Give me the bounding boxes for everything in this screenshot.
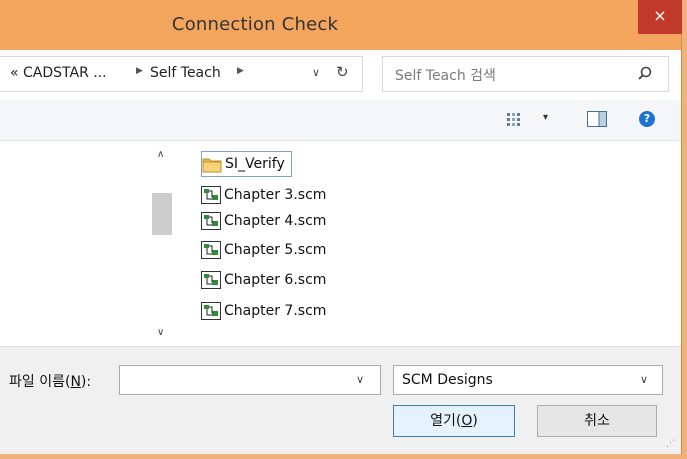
navigation-row: « CADSTAR ... ▶ Self Teach ▶ ∨ ↻ Self Te… — [0, 50, 681, 100]
search-icon[interactable] — [635, 64, 655, 84]
scm-file-icon — [201, 302, 221, 320]
list-item[interactable]: Chapter 3.scm — [201, 182, 326, 208]
file-name: SI_Verify — [225, 156, 285, 172]
resize-grip-icon[interactable]: ⋰ — [666, 439, 675, 449]
close-button[interactable]: × — [638, 0, 682, 34]
dialog-footer: 파일 이름(N): ∨ SCM Designs ∨ 열기(O) 취소 ⋰ — [0, 346, 681, 454]
navigation-pane-scrollbar[interactable]: ∧ ∨ — [150, 141, 174, 346]
window-title: Connection Check — [171, 14, 339, 35]
command-toolbar: ▾ ? — [0, 100, 681, 141]
scm-file-icon — [201, 212, 221, 230]
navigation-pane — [0, 141, 150, 346]
breadcrumb-separator-icon[interactable]: ▶ — [237, 66, 244, 76]
address-history-dropdown-icon[interactable]: ∨ — [312, 66, 320, 79]
chevron-down-icon[interactable]: ∨ — [640, 373, 648, 386]
file-name-dropdown-icon[interactable]: ∨ — [356, 373, 364, 386]
view-options-dropdown-icon[interactable]: ▾ — [543, 112, 548, 123]
file-name: Chapter 3.scm — [224, 187, 327, 203]
cancel-button[interactable]: 취소 — [537, 405, 657, 437]
breadcrumb-cadstar[interactable]: « CADSTAR ... — [10, 65, 107, 81]
scrollbar-thumb[interactable] — [152, 193, 172, 235]
file-name: Chapter 4.scm — [224, 213, 327, 229]
refresh-icon[interactable]: ↻ — [336, 63, 349, 81]
search-placeholder: Self Teach 검색 — [395, 68, 496, 84]
file-open-dialog: Connection Check × « CADSTAR ... ▶ Self … — [0, 0, 682, 454]
breadcrumb-self-teach[interactable]: Self Teach — [150, 65, 221, 81]
file-name: Chapter 6.scm — [224, 272, 327, 288]
list-item-si-verify[interactable]: SI_Verify — [201, 151, 292, 177]
change-view-icon[interactable] — [507, 112, 523, 126]
file-type-select[interactable]: SCM Designs ∨ — [393, 365, 663, 395]
scm-file-icon — [201, 186, 221, 204]
scm-file-icon — [201, 241, 221, 259]
file-name: Chapter 5.scm — [224, 242, 327, 258]
preview-pane-icon[interactable] — [587, 111, 607, 127]
title-bar: Connection Check × — [0, 0, 682, 50]
scroll-down-icon[interactable]: ∨ — [157, 327, 164, 338]
list-item[interactable]: Chapter 7.scm — [201, 298, 326, 324]
help-icon[interactable]: ? — [639, 111, 655, 127]
folder-icon — [202, 158, 222, 173]
close-icon: × — [653, 6, 667, 25]
file-name-input[interactable]: ∨ — [119, 365, 381, 395]
scm-file-icon — [201, 271, 221, 289]
file-name-label: 파일 이름(N): — [9, 374, 92, 390]
address-bar[interactable]: « CADSTAR ... ▶ Self Teach ▶ ∨ ↻ — [0, 56, 363, 92]
breadcrumb-separator-icon[interactable]: ▶ — [136, 66, 143, 76]
open-button[interactable]: 열기(O) — [393, 405, 515, 437]
list-item[interactable]: Chapter 6.scm — [201, 267, 326, 293]
search-input[interactable]: Self Teach 검색 — [382, 56, 669, 92]
list-item[interactable]: Chapter 4.scm — [201, 208, 326, 234]
scroll-up-icon[interactable]: ∧ — [157, 149, 164, 160]
file-type-value: SCM Designs — [402, 372, 493, 388]
file-name: Chapter 7.scm — [224, 303, 327, 319]
file-list: SI_Verify Chapter 3.scm Chapter 4.scm Ch… — [188, 141, 668, 346]
list-item[interactable]: Chapter 5.scm — [201, 237, 326, 263]
